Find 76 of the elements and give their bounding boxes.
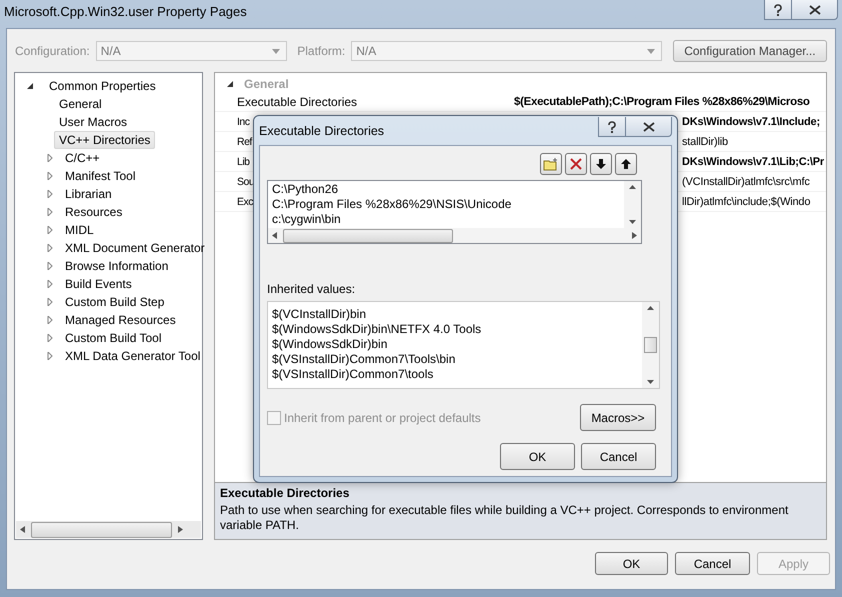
directory-entry[interactable]: C:\Python26 [272,182,620,197]
tree-item[interactable]: Common Properties [44,77,161,95]
delete-button[interactable] [565,153,587,175]
move-down-button[interactable] [590,153,612,175]
inherited-values-label: Inherited values: [267,282,356,296]
tree-item[interactable]: Browse Information [60,257,174,275]
help-button[interactable] [764,0,792,20]
close-icon [808,4,820,14]
macros-button[interactable]: Macros>> [580,404,656,431]
scroll-left-icon[interactable] [272,232,277,239]
scroll-up-icon[interactable] [647,306,654,310]
move-up-button[interactable] [615,153,637,175]
horizontal-scrollbar[interactable] [16,521,201,538]
tree-item[interactable]: Managed Resources [60,311,181,329]
description-text: Path to use when searching for executable files while building a VC++ project. Corresponds to environment variable PATH. [220,503,790,533]
tree-item[interactable]: Manifest Tool [60,167,140,185]
tree-item[interactable]: Custom Build Tool [60,329,166,347]
scroll-down-icon[interactable] [647,380,654,384]
dialog-button[interactable]: OK [500,443,575,470]
category-heading: General [244,76,289,90]
directory-entry[interactable]: C:\Program Files %28x86%29\NSIS\Unicode [272,197,620,212]
horizontal-scrollbar[interactable] [268,228,641,243]
help-button[interactable] [598,117,626,137]
folder-icon [543,157,559,171]
directory-list[interactable]: C:\Python26 C:\Program Files %28x86%29\NSIS\Unicode c:\cygwin\bin [267,180,642,244]
property-value[interactable]: $(ExecutablePath);C:\Program Files %28x86%29\Microso [514,96,826,108]
tree-item[interactable]: User Macros [54,113,132,131]
window-title: Microsoft.Cpp.Win32.user Property Pages [4,4,247,19]
inherited-entry: $(WindowsSdkDir)bin [272,337,388,352]
expand-arrow-icon[interactable] [26,82,34,90]
new-folder-button[interactable] [540,153,562,175]
tree-item[interactable]: General [54,95,107,113]
directory-entry[interactable]: c:\cygwin\bin [272,212,620,227]
tree-item[interactable]: Build Events [60,275,137,293]
inherited-entry: $(VSInstallDir)Common7\tools [272,367,434,382]
platform-label: Platform: [297,44,346,58]
down-arrow-icon [596,158,606,170]
tree-item[interactable]: Resources [60,203,128,221]
tree-item[interactable]: XML Data Generator Tool [60,347,206,365]
vertical-scrollbar[interactable] [624,181,641,228]
delete-icon [569,157,583,171]
configuration-label: Configuration: [15,44,90,58]
tree-item[interactable]: Custom Build Step [60,293,170,311]
inherited-entry: $(VSInstallDir)Common7\Tools\bin [272,352,456,367]
property-name[interactable]: Executable Directories [215,94,514,108]
help-icon [607,120,617,132]
dialog-button[interactable]: Cancel [675,552,750,575]
vertical-scrollbar[interactable] [642,302,659,388]
dialog-title: Executable Directories [259,124,384,138]
tree-item[interactable]: C/C++ [60,149,105,167]
close-button[interactable] [792,0,838,20]
description-title: Executable Directories [220,486,350,500]
scroll-up-icon[interactable] [629,185,636,189]
scroll-thumb[interactable] [644,337,657,353]
close-button[interactable] [626,117,672,137]
dialog-button[interactable]: OK [595,552,668,575]
scroll-left-icon[interactable] [20,526,25,533]
collapse-arrow-icon[interactable] [226,80,234,88]
up-arrow-icon [621,158,631,170]
tree-item[interactable]: XML Document Generator [60,239,210,257]
scroll-thumb[interactable] [31,522,172,538]
scroll-down-icon[interactable] [629,220,636,224]
inherited-entry: $(WindowsSdkDir)bin\NETFX 4.0 Tools [272,322,482,337]
help-icon [773,4,783,16]
tree-item[interactable]: VC++ Directories [54,131,156,149]
caret-icon [646,48,655,54]
tree-item[interactable]: MIDL [60,221,99,239]
scroll-thumb[interactable] [283,228,453,242]
tree-item[interactable]: Librarian [60,185,117,203]
inherited-entry: $(VCInstallDir)bin [272,307,368,322]
configuration-manager-button[interactable]: Configuration Manager... [672,40,827,62]
caret-icon [272,48,280,54]
scroll-right-icon[interactable] [178,526,183,533]
dialog-button[interactable]: Cancel [581,443,656,470]
close-icon [642,122,654,132]
scroll-right-icon[interactable] [632,232,637,239]
